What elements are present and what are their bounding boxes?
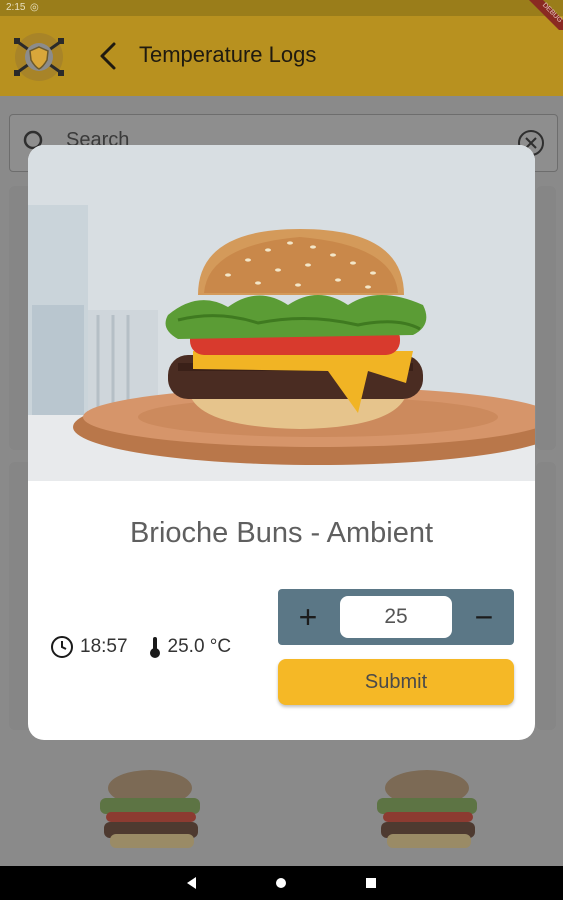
log-time: 18:57	[80, 636, 128, 657]
submit-button[interactable]: Submit	[278, 659, 514, 705]
settings-dot-icon: ◎	[30, 2, 39, 13]
increment-button[interactable]: +	[288, 597, 328, 637]
thermometer-icon	[149, 637, 160, 658]
product-title: Brioche Buns - Ambient	[129, 517, 434, 549]
nav-recents-icon[interactable]	[362, 874, 380, 892]
nav-back-icon[interactable]	[183, 874, 201, 892]
status-bar: 2:15 ◎	[0, 0, 563, 16]
temperature-input[interactable]: 25	[340, 596, 452, 638]
nav-home-icon[interactable]	[272, 874, 290, 892]
product-photo	[28, 145, 535, 481]
temperature-stepper: + 25 −	[278, 589, 514, 645]
system-nav-bar	[0, 866, 563, 900]
chevron-left-icon	[100, 42, 116, 70]
status-time: 2:15	[6, 2, 26, 13]
debug-banner: DEBUG	[507, 0, 563, 30]
log-temperature: 25.0 °C	[167, 636, 232, 657]
back-button[interactable]	[96, 40, 120, 72]
clock-icon	[51, 636, 73, 658]
burger-thumbnail	[80, 762, 220, 857]
decrement-button[interactable]: −	[464, 597, 504, 637]
background-card	[536, 186, 556, 450]
background-card	[536, 462, 556, 730]
shield-logo-icon	[9, 30, 69, 84]
log-meta: 18:57 25.0 °C	[50, 633, 231, 661]
burger-thumbnail	[357, 762, 497, 857]
page-title: Temperature Logs	[139, 42, 317, 67]
log-dialog: Brioche Buns - Ambient 18:57 25.0 °C + 2…	[28, 145, 535, 740]
